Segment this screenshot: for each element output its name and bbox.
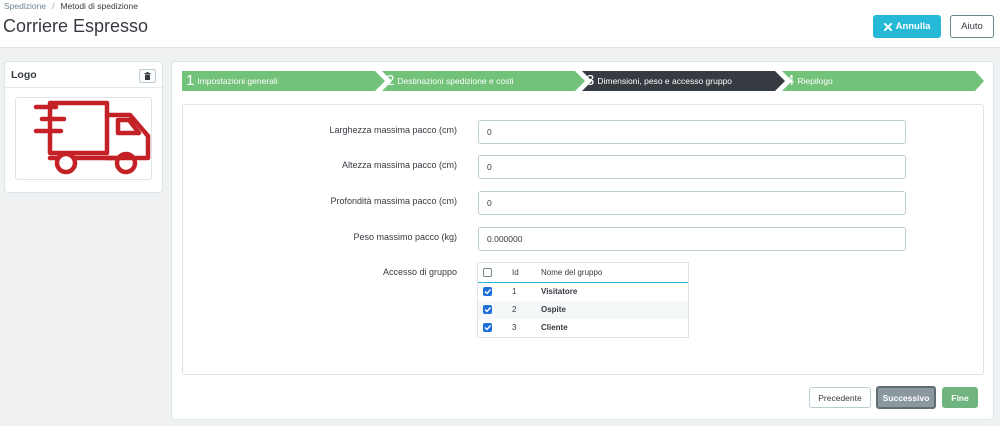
finish-button-label: Fine: [951, 392, 969, 403]
trash-icon: [144, 72, 151, 80]
logo-panel-title: Logo: [11, 69, 37, 81]
breadcrumb-item-spedizione[interactable]: Spedizione: [4, 1, 46, 11]
max-weight-label: Peso massimo pacco (kg): [353, 232, 457, 242]
table-header-row: Id Nome del gruppo: [478, 263, 688, 283]
wizard-step-1-label: Impostazioni generali: [197, 76, 278, 86]
table-row: 2 Ospite: [478, 301, 688, 319]
checkmark-icon: [484, 289, 492, 295]
wizard-step-2-number: 2: [386, 72, 395, 89]
max-width-input[interactable]: [478, 120, 906, 144]
wizard-step-1[interactable]: 1 Impostazioni generali: [182, 71, 278, 91]
wizard-step-2[interactable]: 2 Destinazioni spedizione e costi: [382, 71, 514, 91]
finish-button[interactable]: Fine: [942, 387, 978, 408]
delivery-truck-icon: [33, 100, 151, 175]
group-access-table: Id Nome del gruppo 1 Visitatore 2 Ospite…: [477, 262, 689, 338]
select-all-checkbox[interactable]: [483, 268, 492, 277]
group-checkbox[interactable]: [483, 305, 492, 314]
wizard-step-3[interactable]: 3 Dimensioni, peso e accesso gruppo: [582, 71, 732, 91]
logo-panel-header: Logo: [5, 62, 162, 88]
next-button-label: Successivo: [882, 392, 930, 403]
column-header-id: Id: [512, 268, 519, 277]
previous-button-label: Precedente: [818, 392, 862, 403]
max-width-label: Larghezza massima pacco (cm): [329, 125, 457, 135]
next-button[interactable]: Successivo: [876, 386, 936, 409]
table-row: 1 Visitatore: [478, 283, 688, 301]
cancel-button[interactable]: Annulla: [873, 15, 941, 38]
previous-button[interactable]: Precedente: [809, 387, 871, 408]
max-depth-label: Profondità massima pacco (cm): [330, 196, 457, 206]
group-name: Visitatore: [541, 287, 578, 296]
wizard-step-2-label: Destinazioni spedizione e costi: [397, 76, 514, 86]
page-title: Corriere Espresso: [3, 16, 149, 36]
max-height-input[interactable]: [478, 155, 906, 179]
group-id: 1: [512, 287, 517, 296]
group-id: 2: [512, 305, 517, 314]
page-header: Spedizione / Metodi di spedizione Corriere…: [0, 0, 1000, 48]
group-id: 3: [512, 323, 517, 332]
help-button-label: Aiuto: [961, 21, 983, 32]
max-weight-input[interactable]: [478, 227, 906, 251]
breadcrumb: Spedizione / Metodi di spedizione: [4, 1, 138, 11]
delete-logo-button[interactable]: [139, 69, 156, 83]
checkmark-icon: [484, 325, 492, 331]
carrier-logo: [15, 97, 152, 180]
breadcrumb-item-current: Metodi di spedizione: [60, 1, 138, 11]
wizard-steps: 1 Impostazioni generali 2 Destinazioni s…: [182, 71, 984, 91]
checkmark-icon: [484, 307, 492, 313]
group-checkbox[interactable]: [483, 287, 492, 296]
max-height-label: Altezza massima pacco (cm): [341, 160, 457, 170]
close-icon: [883, 22, 892, 31]
table-row: 3 Cliente: [478, 319, 688, 337]
wizard-step-4[interactable]: 4 Riepilogo: [782, 71, 833, 91]
wizard-step-3-number: 3: [586, 72, 595, 89]
max-depth-input[interactable]: [478, 191, 906, 215]
group-name: Ospite: [541, 305, 566, 314]
cancel-button-label: Annulla: [895, 21, 931, 32]
breadcrumb-separator: /: [52, 1, 55, 11]
wizard-step-3-label: Dimensioni, peso e accesso gruppo: [597, 76, 733, 86]
group-access-label: Accesso di gruppo: [382, 267, 457, 277]
column-header-group-name: Nome del gruppo: [541, 268, 603, 277]
group-checkbox[interactable]: [483, 323, 492, 332]
wizard-step-4-label: Riepilogo: [797, 76, 833, 86]
help-button[interactable]: Aiuto: [950, 15, 994, 38]
wizard-step-4-number: 4: [786, 72, 795, 89]
wizard-step-1-number: 1: [186, 72, 195, 89]
group-name: Cliente: [541, 323, 568, 332]
logo-panel: Logo: [4, 61, 163, 193]
